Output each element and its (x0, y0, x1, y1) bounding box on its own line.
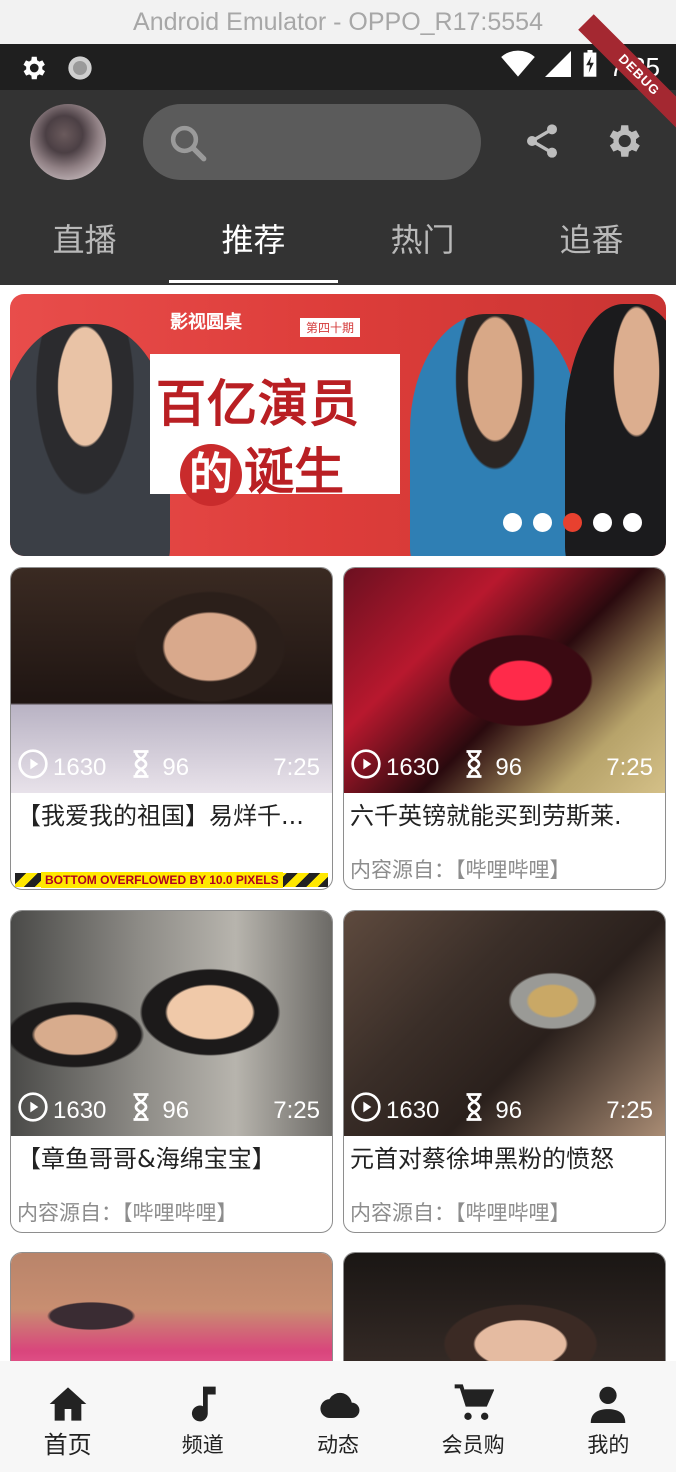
video-duration: 7:25 (273, 753, 320, 781)
hourglass-icon (130, 749, 152, 786)
nav-dynamic[interactable]: 动态 (270, 1361, 405, 1472)
nav-label: 首页 (43, 1431, 92, 1459)
settings-gear-icon[interactable] (602, 120, 644, 166)
play-count-icon (17, 1091, 49, 1130)
banner-title-rest: 诞生 (244, 443, 344, 501)
music-note-icon (135, 1361, 270, 1423)
carousel-dots (503, 513, 642, 532)
search-icon (167, 122, 209, 168)
video-stats: 1630 96 7:25 (17, 1091, 326, 1130)
danmaku-count: 96 (162, 1096, 190, 1124)
video-source: 内容源自：【哔哩哔哩】 (17, 1201, 238, 1225)
video-title: 元首对蔡徐坤黑粉的愤怒 (350, 1145, 614, 1173)
play-count: 1630 (53, 1096, 107, 1124)
play-count: 1630 (386, 753, 440, 781)
home-icon (0, 1361, 135, 1423)
play-count-icon (17, 748, 49, 787)
nav-label: 我的 (587, 1433, 630, 1457)
carousel-dot[interactable] (623, 513, 642, 532)
signal-icon (545, 50, 572, 85)
video-stats: 1630 96 7:25 (350, 1091, 659, 1130)
battery-charging-icon (581, 50, 599, 85)
banner-carousel[interactable]: 影视圆桌 第四十期 百亿演员 的诞生 (10, 294, 666, 556)
danmaku-count: 96 (495, 1096, 523, 1124)
danmaku-count: 96 (162, 753, 190, 781)
tab-live[interactable]: 直播 (0, 215, 169, 285)
tab-bar: 直播 推荐 热门 追番 (0, 215, 676, 285)
cloud-icon (270, 1361, 405, 1423)
nav-channel[interactable]: 频道 (135, 1361, 270, 1472)
nav-label: 动态 (316, 1433, 359, 1457)
video-duration: 7:25 (606, 753, 653, 781)
carousel-dot[interactable] (533, 513, 552, 532)
play-count: 1630 (386, 1096, 440, 1124)
tab-recommend[interactable]: 推荐 (169, 215, 338, 285)
video-stats: 1630 96 7:25 (17, 748, 326, 787)
carousel-dot[interactable] (593, 513, 612, 532)
overflow-warning: BOTTOM OVERFLOWED BY 10.0 PIXELS (15, 872, 328, 888)
cart-icon (406, 1361, 541, 1423)
play-count-icon (350, 1091, 382, 1130)
status-bar: 7:35 (0, 44, 676, 90)
avatar[interactable] (30, 104, 106, 180)
tab-anime[interactable]: 追番 (507, 215, 676, 285)
loading-spinner-icon (66, 54, 94, 86)
video-title: 六千英镑就能买到劳斯莱. (350, 802, 622, 830)
play-count-icon (350, 748, 382, 787)
bottom-navigation: 首页 频道 动态 会员购 我的 (0, 1361, 676, 1472)
wifi-icon (501, 50, 536, 85)
nav-vip-shop[interactable]: 会员购 (406, 1361, 541, 1472)
video-title: 【章鱼哥哥&海绵宝宝】 (17, 1145, 276, 1173)
danmaku-count: 96 (495, 753, 523, 781)
nav-home[interactable]: 首页 (0, 1361, 135, 1472)
video-card[interactable]: 1630 96 7:25 【章鱼哥哥&海绵宝宝】 内容源自：【哔哩哔哩】 (10, 910, 333, 1233)
settings-status-icon (18, 53, 48, 87)
video-duration: 7:25 (606, 1096, 653, 1124)
carousel-dot-active[interactable] (563, 513, 582, 532)
banner-title-line2: 的诞生 (180, 432, 344, 506)
hourglass-icon (463, 749, 485, 786)
banner-title-line1: 百亿演员 (156, 375, 360, 433)
video-stats: 1630 96 7:25 (350, 748, 659, 787)
play-count: 1630 (53, 753, 107, 781)
app-bar: 直播 推荐 热门 追番 (0, 90, 676, 285)
banner-title-circle-char: 的 (180, 444, 242, 506)
video-card[interactable]: 1630 96 7:25 元首对蔡徐坤黑粉的愤怒 内容源自：【哔哩哔哩】 (343, 910, 666, 1233)
video-title: 【我爱我的祖国】易烊千... (17, 802, 304, 830)
tab-hot[interactable]: 热门 (338, 215, 507, 285)
overflow-warning-text: BOTTOM OVERFLOWED BY 10.0 PIXELS (41, 872, 283, 888)
share-icon[interactable] (522, 120, 562, 166)
video-source: 内容源自：【哔哩哔哩】 (350, 1201, 571, 1225)
search-input[interactable] (143, 104, 481, 180)
video-duration: 7:25 (273, 1096, 320, 1124)
nav-me[interactable]: 我的 (541, 1361, 676, 1472)
banner-issue: 第四十期 (300, 318, 361, 337)
banner-person-left (10, 324, 170, 556)
video-card[interactable]: 1630 96 7:25 六千英镑就能买到劳斯莱. 内容源自：【哔哩哔哩】 (343, 567, 666, 890)
video-card[interactable]: 1630 96 7:25 【我爱我的祖国】易烊千... BOTTOM OVERF… (10, 567, 333, 890)
person-icon (541, 1361, 676, 1423)
nav-label: 会员购 (441, 1433, 505, 1457)
banner-brand: 影视圆桌 (170, 312, 242, 333)
carousel-dot[interactable] (503, 513, 522, 532)
hourglass-icon (130, 1092, 152, 1129)
nav-label: 频道 (181, 1433, 224, 1457)
hourglass-icon (463, 1092, 485, 1129)
emulator-title: Android Emulator - OPPO_R17:5554 (0, 0, 676, 44)
video-source: 内容源自：【哔哩哔哩】 (350, 858, 571, 882)
